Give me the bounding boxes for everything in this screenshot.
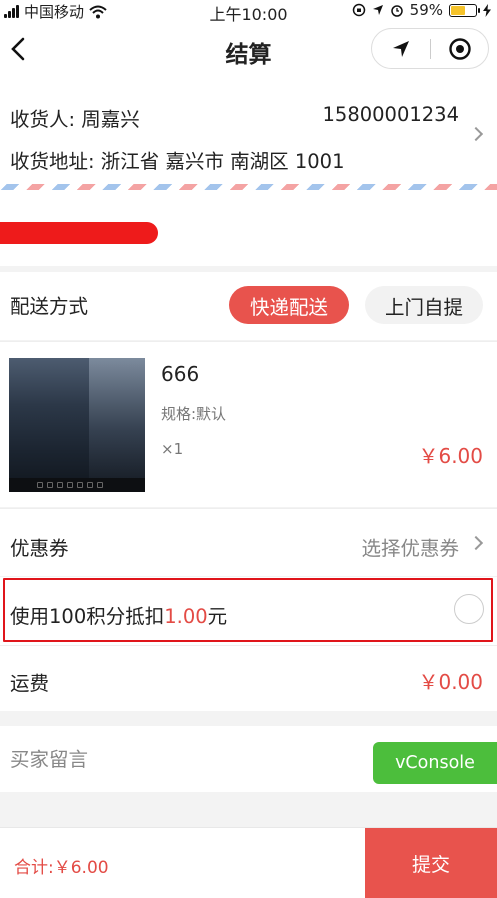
alarm-icon	[390, 5, 403, 17]
coupon-row[interactable]: 优惠券 选择优惠券	[0, 508, 497, 576]
rotation-lock-icon	[352, 3, 365, 17]
product-quantity: ×1	[161, 440, 184, 458]
address-card[interactable]: 收货人: 周嘉兴 15800001234 收货地址: 浙江省 嘉兴市 南湖区 1…	[0, 76, 497, 184]
buyer-message-input[interactable]	[10, 744, 350, 774]
close-miniprogram-button[interactable]	[431, 29, 489, 68]
target-icon	[449, 37, 471, 60]
thumbnail-reflection	[89, 358, 145, 478]
coupon-value: 选择优惠券	[361, 537, 459, 560]
location-arrow-icon	[393, 40, 409, 57]
thumbnail-controls	[9, 478, 145, 492]
product-item[interactable]: 666 规格:默认 ×1 ￥6.00	[0, 341, 497, 507]
highlight-box	[3, 578, 493, 642]
battery-percent: 59%	[409, 1, 443, 19]
delivery-label: 配送方式	[10, 295, 89, 318]
location-button[interactable]	[372, 29, 430, 68]
shipping-label: 运费	[10, 672, 50, 695]
shipping-value: ￥0.00	[418, 670, 483, 694]
submit-button[interactable]: 提交	[365, 828, 497, 898]
coupon-label: 优惠券	[10, 537, 69, 560]
miniprogram-capsule	[371, 28, 489, 69]
product-spec: 规格:默认	[161, 405, 227, 423]
checkout-footer: 合计:￥6.00 提交	[0, 827, 497, 898]
redaction-mark	[0, 222, 158, 244]
delivery-method: 配送方式 快递配送 上门自提	[0, 272, 497, 340]
charging-icon	[483, 3, 491, 17]
chevron-right-icon	[468, 535, 484, 551]
delivery-option-express[interactable]: 快递配送	[229, 286, 349, 324]
chevron-right-icon	[468, 126, 484, 142]
receiver-address: 收货地址: 浙江省 嘉兴市 南湖区 1001	[10, 150, 345, 173]
location-status-icon	[372, 5, 383, 15]
vconsole-button[interactable]: vConsole	[373, 742, 497, 784]
delivery-option-pickup[interactable]: 上门自提	[365, 286, 483, 324]
order-total: 合计:￥6.00	[14, 858, 109, 878]
status-bar: 中国移动 上午10:00 59%	[0, 0, 497, 24]
receiver-phone: 15800001234	[322, 103, 459, 126]
battery-icon	[449, 3, 480, 17]
product-thumbnail	[9, 358, 145, 492]
status-right: 59%	[352, 1, 491, 19]
nav-bar: 结算	[0, 22, 497, 76]
shipping-row: 运费 ￥0.00	[0, 645, 497, 711]
receiver-name: 收货人: 周嘉兴	[10, 108, 140, 131]
battery-fill	[451, 5, 466, 15]
product-name: 666	[161, 362, 200, 386]
product-price: ￥6.00	[418, 444, 483, 468]
